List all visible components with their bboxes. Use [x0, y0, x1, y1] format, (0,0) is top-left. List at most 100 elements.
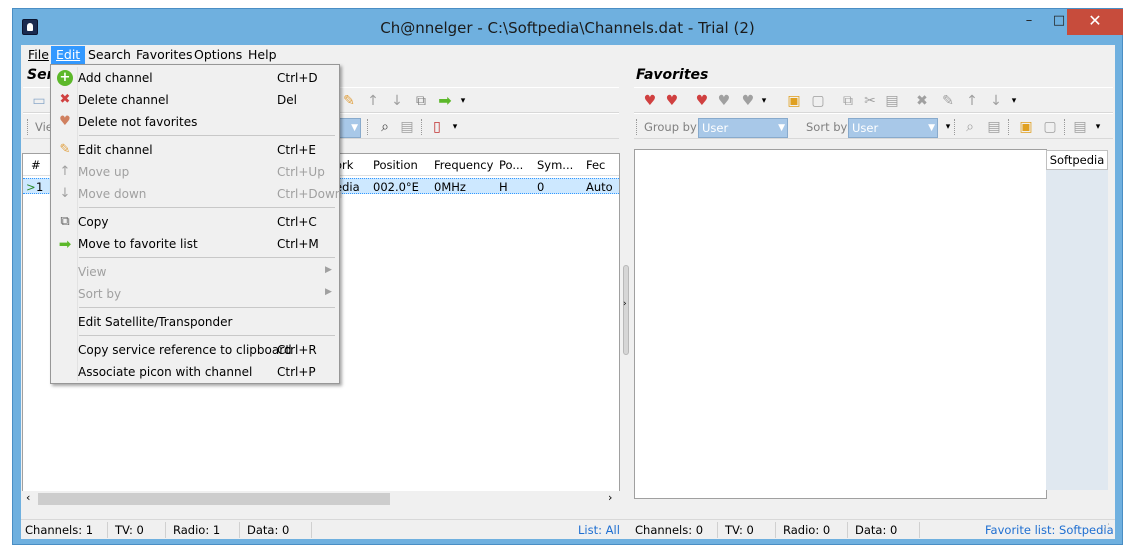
column-header-position[interactable]: Position: [373, 158, 418, 172]
menu-item-delete-channel[interactable]: ✖ Delete channel Del: [53, 89, 337, 111]
menu-item-delete-not-favorites[interactable]: ♥ Delete not favorites: [53, 111, 337, 133]
chevron-down-icon[interactable]: ▾: [455, 93, 471, 109]
heart-copy-icon[interactable]: ♥: [716, 93, 732, 109]
toolbar-separator: [1008, 119, 1009, 135]
delete-icon: ✖: [59, 92, 71, 107]
chevron-down-icon[interactable]: ▾: [447, 119, 463, 135]
right-tv-count: TV: 0: [725, 523, 754, 537]
folder-add-icon[interactable]: ▣: [786, 93, 802, 109]
menu-search[interactable]: Search: [83, 46, 136, 64]
binoculars-icon[interactable]: ⌕: [377, 119, 393, 135]
title-bar[interactable]: Ch@nnelger - C:\Softpedia\Channels.dat -…: [13, 9, 1123, 45]
menu-item-sort-by[interactable]: Sort by ▶: [53, 283, 337, 305]
arrow-up-icon[interactable]: ↑: [964, 93, 980, 109]
menu-item-move-down[interactable]: ↓ Move down Ctrl+Down: [53, 183, 343, 205]
folder-list-icon[interactable]: ▢: [1042, 119, 1058, 135]
scroll-left-icon[interactable]: ‹: [26, 491, 30, 504]
splitter-handle[interactable]: [623, 265, 629, 355]
column-header-frequency[interactable]: Frequency: [434, 158, 493, 172]
close-button[interactable]: ✕: [1067, 9, 1123, 35]
toolbar-separator: [27, 119, 28, 135]
resize-grip-icon[interactable]: ⋰: [1101, 523, 1110, 533]
scroll-right-icon[interactable]: ›: [608, 491, 612, 504]
status-divider: [775, 522, 776, 538]
menu-item-edit-satellite-transponder[interactable]: Edit Satellite/Transponder: [53, 311, 337, 333]
menu-separator: [79, 307, 335, 308]
cell-fec: Auto: [586, 180, 613, 194]
menu-item-edit-channel[interactable]: ✎ Edit channel Ctrl+E: [53, 139, 337, 161]
delete-icon[interactable]: ✖: [914, 93, 930, 109]
new-document-icon[interactable]: ▭: [31, 93, 47, 109]
heart-add-icon[interactable]: ♥: [642, 93, 658, 109]
menu-favorites[interactable]: Favorites: [131, 46, 197, 64]
status-divider: [107, 522, 108, 538]
row-pointer-icon: >: [26, 180, 36, 194]
add-icon: +: [57, 70, 73, 86]
left-tv-count: TV: 0: [115, 523, 144, 537]
menu-item-copy[interactable]: ⧉ Copy Ctrl+C: [53, 211, 337, 233]
heart-delete-icon[interactable]: ♥: [740, 93, 756, 109]
left-channel-count: Channels: 1: [25, 523, 94, 537]
find-next-icon[interactable]: ▤: [399, 119, 415, 135]
menu-item-move-up[interactable]: ↑ Move up Ctrl+Up: [53, 161, 337, 183]
find-next-icon[interactable]: ▤: [986, 119, 1002, 135]
favorites-panel: Favorites ♥ ♥ ♥ ♥ ♥ ▾ ▣ ▢ ⧉ ✂ ▤ ✖ ✎ ↑ ↓ …: [632, 65, 1115, 519]
status-divider: [239, 522, 240, 538]
favorites-tab-strip: Softpedia: [1046, 150, 1108, 490]
report-icon[interactable]: ▯: [429, 119, 445, 135]
chevron-down-icon[interactable]: ▾: [756, 93, 772, 109]
column-header-fec[interactable]: Fec: [586, 158, 605, 172]
column-header-polarization[interactable]: Po...: [499, 158, 523, 172]
arrow-up-icon[interactable]: ↑: [365, 93, 381, 109]
favorites-toolbar: ♥ ♥ ♥ ♥ ♥ ▾ ▣ ▢ ⧉ ✂ ▤ ✖ ✎ ↑ ↓ ▾: [634, 87, 1113, 113]
heart-remove-icon[interactable]: ♥: [664, 93, 680, 109]
minimize-button[interactable]: –: [1016, 9, 1042, 35]
column-header-symbolrate[interactable]: Sym...: [537, 158, 573, 172]
menu-item-add-channel[interactable]: + Add channel Ctrl+D: [53, 67, 337, 89]
copy-icon[interactable]: ⧉: [840, 93, 856, 109]
group-by-combo[interactable]: User ▼: [698, 118, 788, 138]
menu-item-label: Delete not favorites: [78, 115, 198, 129]
arrow-down-icon[interactable]: ↓: [389, 93, 405, 109]
menu-item-label: Edit Satellite/Transponder: [78, 315, 233, 329]
chevron-down-icon[interactable]: ▾: [1090, 119, 1106, 135]
menu-options[interactable]: Options: [189, 46, 247, 64]
cut-icon[interactable]: ✂: [862, 93, 878, 109]
menu-help[interactable]: Help: [243, 46, 282, 64]
status-bar: Channels: 1 TV: 0 Radio: 1 Data: 0 List:…: [21, 519, 1115, 539]
menu-edit[interactable]: Edit: [51, 46, 86, 64]
arrow-right-icon: ➡: [58, 235, 72, 253]
left-list-link[interactable]: List: All: [578, 523, 620, 537]
chevron-down-icon[interactable]: ▾: [1006, 93, 1022, 109]
copy-icon[interactable]: ⧉: [413, 93, 429, 109]
left-radio-count: Radio: 1: [173, 523, 221, 537]
sort-by-combo[interactable]: User ▼: [848, 118, 938, 138]
paste-icon[interactable]: ▤: [884, 93, 900, 109]
folder-tree-icon[interactable]: ▣: [1018, 119, 1034, 135]
panel-splitter[interactable]: ›: [621, 65, 632, 519]
column-header-num[interactable]: #: [31, 158, 41, 172]
scrollbar-thumb[interactable]: [38, 493, 390, 505]
horizontal-scrollbar[interactable]: ‹ ›: [22, 491, 620, 507]
menu-bar: File Edit Search Favorites Options Help: [21, 45, 1115, 65]
favorites-list[interactable]: [634, 149, 1047, 499]
menu-item-associate-picon[interactable]: Associate picon with channel Ctrl+P: [53, 361, 337, 383]
pencil-icon[interactable]: ✎: [341, 93, 357, 109]
menu-item-view[interactable]: View ▶: [53, 261, 337, 283]
menu-file[interactable]: File: [23, 46, 54, 64]
report-icon[interactable]: ▤: [1072, 119, 1088, 135]
tab-softpedia[interactable]: Softpedia: [1046, 150, 1108, 170]
folder-edit-icon[interactable]: ▢: [810, 93, 826, 109]
pencil-icon[interactable]: ✎: [940, 93, 956, 109]
move-to-favorites-icon[interactable]: ➡: [437, 93, 453, 109]
menu-item-copy-service-reference[interactable]: Copy service reference to clipboard Ctrl…: [53, 339, 337, 361]
group-by-value: User: [702, 121, 729, 135]
binoculars-icon[interactable]: ⌕: [962, 119, 978, 135]
menu-item-move-to-favorite-list[interactable]: ➡ Move to favorite list Ctrl+M: [53, 233, 337, 255]
heart-edit-icon[interactable]: ♥: [694, 93, 710, 109]
arrow-down-icon[interactable]: ↓: [988, 93, 1004, 109]
right-list-link[interactable]: Favorite list: Softpedia: [985, 523, 1114, 537]
toolbar-separator: [367, 119, 368, 135]
chevron-right-icon[interactable]: ›: [623, 299, 627, 309]
menu-item-label: Associate picon with channel: [78, 365, 253, 379]
